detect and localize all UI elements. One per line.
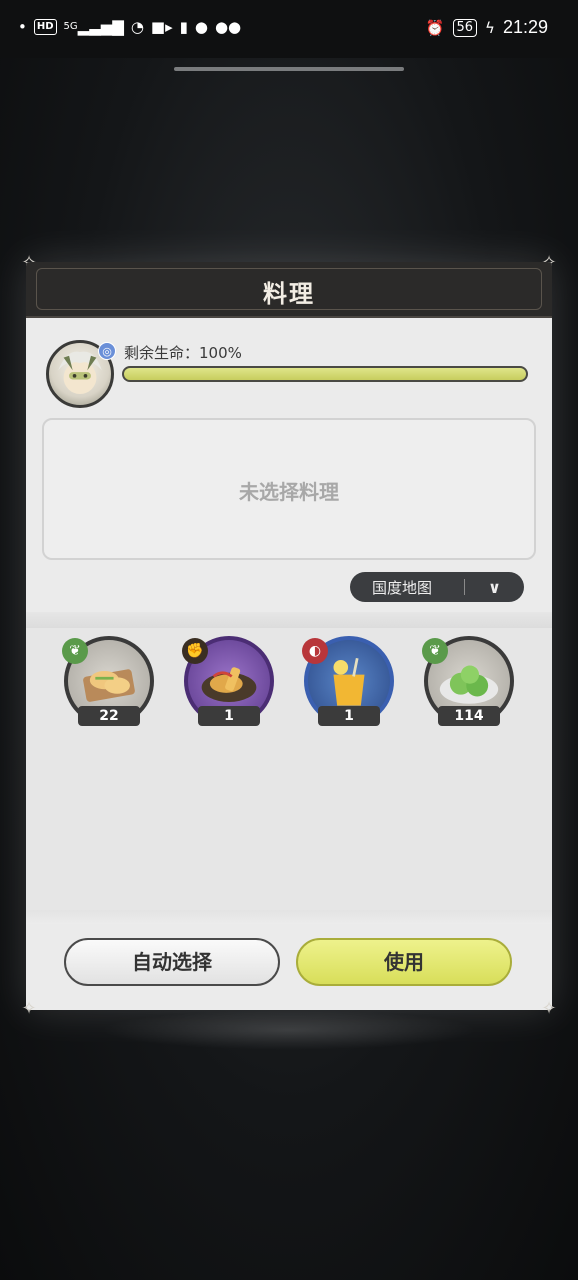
corner-ornament-icon: ✧ [21, 998, 37, 1019]
clock: 21:29 [502, 17, 548, 37]
region-filter-dropdown[interactable]: 国度地图 ∨ [350, 572, 524, 602]
food-item-grid: ❦ 22 ✊ 1 ◐ 1 ❦ 114 [26, 628, 552, 914]
food-item-fried-fish[interactable]: ✊ 1 [182, 636, 276, 732]
food-item-green-dumplings[interactable]: ❦ 114 [422, 636, 516, 732]
status-bar: • HD 5G▂▃▅▇ ◔ ■▸ ▮ ● ●● ⏰ 56 ϟ 21:29 [0, 0, 578, 58]
wifi-icon: ◔ [130, 18, 144, 36]
chat-icon: ● [194, 18, 208, 36]
hp-bar-fill [124, 368, 526, 380]
filter-label: 国度地图 [372, 578, 433, 597]
video-icon: ■▸ [150, 18, 173, 36]
chevron-down-icon[interactable]: ∨ [465, 578, 524, 597]
drag-handle[interactable] [174, 67, 404, 71]
dialog-header: 料理 [26, 262, 552, 318]
auto-select-button[interactable]: 自动选择 [64, 938, 280, 986]
section-divider [26, 910, 552, 924]
status-left-icons: • HD 5G▂▃▅▇ ◔ ■▸ ▮ ● ●● [18, 17, 241, 37]
food-item-flatbread[interactable]: ❦ 22 [62, 636, 156, 732]
alarm-icon: ⏰ [425, 18, 445, 37]
item-count: 114 [438, 706, 500, 726]
5g-signal-icon: 5G▂▃▅▇ [63, 18, 124, 36]
leaf-buff-icon: ❦ [422, 638, 448, 664]
hp-bar [122, 366, 528, 382]
wechat-icon: ●● [214, 18, 242, 36]
dot-icon: • [18, 18, 27, 36]
cooking-dialog: ✧ ✧ ✧ ✧ 料理 ◎ 剩余生命：100% 未选择料理 国度地图 ∨ [21, 252, 556, 1019]
selection-placeholder: 未选择料理 [239, 480, 339, 504]
cup-icon: ▮ [179, 18, 188, 36]
corner-ornament-icon: ✧ [541, 998, 557, 1019]
fist-buff-icon: ✊ [182, 638, 208, 664]
battery-icon: 56 [452, 18, 478, 37]
charging-icon: ϟ [485, 18, 495, 37]
dialog-title: 料理 [263, 280, 315, 308]
food-item-citrus-drink[interactable]: ◐ 1 [302, 636, 396, 732]
item-count: 22 [78, 706, 140, 726]
hp-label: 剩余生命：100% [124, 344, 242, 362]
network-label: 5G [63, 21, 78, 32]
section-divider [26, 612, 552, 628]
shield-buff-icon: ◐ [302, 638, 328, 664]
status-right-icons: ⏰ 56 ϟ 21:29 [426, 17, 548, 38]
background-glow [100, 1010, 478, 1050]
item-count: 1 [198, 706, 260, 726]
anemo-element-icon: ◎ [98, 342, 116, 360]
item-count: 1 [318, 706, 380, 726]
use-button[interactable]: 使用 [296, 938, 512, 986]
hd-icon: HD [33, 19, 57, 35]
selected-dish-slot[interactable]: 未选择料理 [42, 418, 536, 560]
leaf-buff-icon: ❦ [62, 638, 88, 664]
